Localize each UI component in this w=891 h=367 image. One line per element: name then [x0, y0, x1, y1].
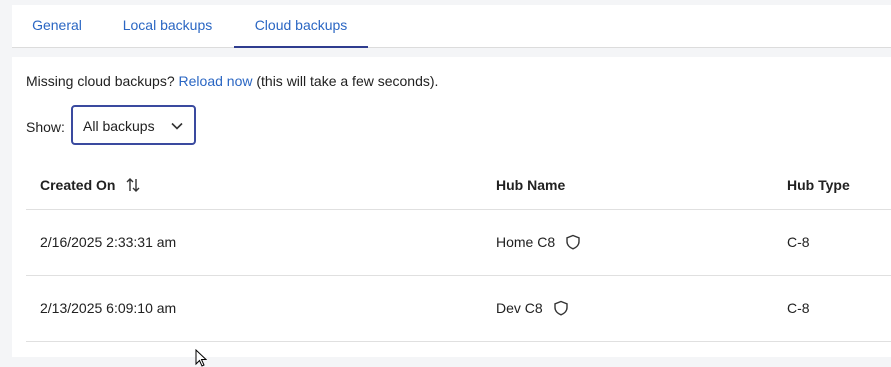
- tab-local-backups[interactable]: Local backups: [109, 5, 226, 47]
- hub-type-cell: C-8: [787, 300, 810, 316]
- table-header: Created On Hub Name Hub Type: [26, 160, 891, 210]
- missing-backups-notice: Missing cloud backups? Reload now (this …: [26, 72, 438, 90]
- column-created-on-label: Created On: [40, 177, 116, 193]
- hub-name-cell: Home C8: [496, 233, 581, 251]
- column-hub-type: Hub Type: [787, 177, 850, 193]
- mouse-pointer-icon: [195, 349, 207, 367]
- notice-prefix: Missing cloud backups?: [26, 73, 175, 89]
- hub-name-cell: Dev C8: [496, 299, 569, 317]
- backups-table: Created On Hub Name Hub Type 2/16/2025 2…: [26, 160, 891, 342]
- hub-type-cell: C-8: [787, 234, 810, 250]
- shield-icon: [553, 300, 568, 316]
- table-row[interactable]: 2/13/2025 6:09:10 am Dev C8 C-8: [26, 276, 891, 342]
- shield-icon: [566, 234, 580, 250]
- sort-arrows-icon[interactable]: [125, 177, 141, 193]
- hub-name-text: Home C8: [496, 234, 556, 250]
- created-on-cell: 2/13/2025 6:09:10 am: [40, 300, 177, 316]
- backup-filter-value: All backups: [83, 118, 155, 134]
- hub-name-text: Dev C8: [496, 300, 543, 316]
- tab-cloud-backups[interactable]: Cloud backups: [234, 5, 368, 48]
- chevron-down-icon: [171, 122, 183, 130]
- backup-panel: General Local backups Cloud backups Miss…: [12, 5, 891, 357]
- table-row[interactable]: 2/16/2025 2:33:31 am Home C8 C-8: [26, 210, 891, 276]
- reload-now-link[interactable]: Reload now: [179, 73, 253, 89]
- column-created-on[interactable]: Created On: [40, 176, 141, 194]
- tab-general[interactable]: General: [12, 5, 102, 47]
- column-hub-name: Hub Name: [496, 177, 566, 193]
- section-divider: [12, 48, 891, 57]
- backup-filter-select[interactable]: All backups: [71, 105, 196, 145]
- tab-bar: General Local backups Cloud backups: [12, 5, 891, 48]
- created-on-cell: 2/16/2025 2:33:31 am: [40, 234, 177, 250]
- show-filter-label: Show:: [26, 119, 65, 135]
- notice-suffix: (this will take a few seconds).: [256, 73, 439, 89]
